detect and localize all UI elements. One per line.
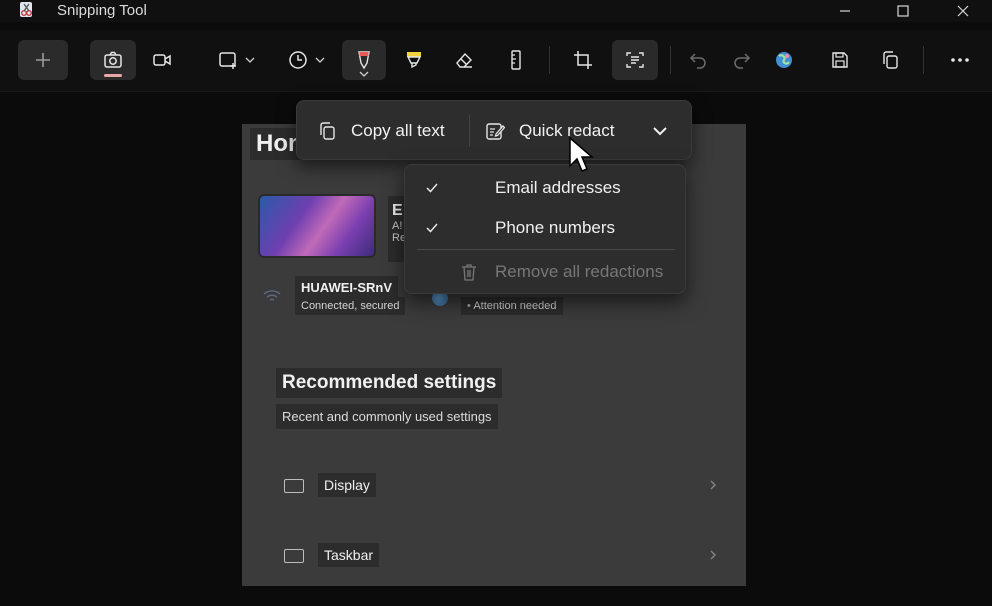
eraser-icon [456,52,472,68]
screenshot-mode-button[interactable] [90,40,136,80]
minimize-button[interactable] [822,0,868,22]
chevron-down-icon [315,57,325,63]
undo-button[interactable] [676,40,720,80]
pen-tool-button[interactable] [342,40,386,80]
record-mode-button[interactable] [140,40,184,80]
recommended-settings-subtitle: Recent and commonly used settings [276,404,498,429]
toolbar [0,30,992,92]
checkmark-icon [426,223,438,233]
redo-button[interactable] [720,40,764,80]
desktop-wallpaper-thumbnail [258,194,376,258]
edit-in-paint-button[interactable] [762,40,806,80]
camera-icon [104,51,122,68]
minimize-icon [840,10,850,12]
menu-item-label: Email addresses [495,178,621,197]
menu-item-phone-numbers[interactable]: Phone numbers [405,209,687,247]
text-actions-button[interactable] [612,40,658,80]
chevron-down-icon[interactable] [651,123,669,139]
paint-icon [776,52,792,68]
clock-icon [289,51,307,69]
checkmark-icon [426,183,438,193]
rectangle-snip-icon [219,52,236,69]
highlighter-tool-button[interactable] [392,40,436,80]
popup-separator [469,115,470,147]
text-actions-bar: Copy all text Quick redact [296,100,692,160]
text-actions-icon [626,52,644,68]
wifi-icon [263,290,281,301]
remove-all-redactions[interactable]: Remove all redactions [405,253,687,291]
ruler-icon [511,50,521,70]
crop-button[interactable] [561,40,605,80]
update-status: • Attention needed [461,297,563,315]
save-button[interactable] [818,40,862,80]
remove-all-redactions-label: Remove all redactions [495,262,664,281]
crop-icon [574,51,592,69]
active-mode-indicator [104,74,122,77]
settings-row-display: Display [318,473,376,497]
close-icon [957,5,969,17]
eraser-tool-button[interactable] [442,40,486,80]
chevron-right-icon [710,480,716,490]
highlighter-icon [406,52,422,69]
menu-item-label: Phone numbers [495,218,616,237]
undo-icon [689,53,706,69]
title-bar: Snipping Tool [0,0,992,22]
copy-all-text-label: Copy all text [351,121,445,140]
settings-row-taskbar: Taskbar [318,543,380,567]
wifi-network-name: HUAWEI-SRnV [295,276,398,299]
close-button[interactable] [940,0,986,22]
quick-redact-label: Quick redact [519,121,615,140]
display-icon [284,479,304,493]
recommended-settings-title: Recommended settings [276,368,503,398]
chevron-down-icon [245,57,255,63]
toolbar-separator [923,46,924,74]
snip-mode-dropdown[interactable] [208,40,264,80]
menu-separator [417,249,675,250]
delay-dropdown[interactable] [278,40,334,80]
copy-icon [320,122,335,140]
ruler-tool-button[interactable] [494,40,538,80]
redo-icon [734,53,751,69]
new-snip-button[interactable] [18,40,68,80]
more-options-button[interactable] [938,40,982,80]
copy-button[interactable] [868,40,912,80]
taskbar-icon [284,549,304,563]
update-status-text: Attention needed [473,300,557,312]
copy-all-text-button[interactable]: Copy all text [317,101,445,161]
quick-redact-menu: Email addresses Phone numbers Remove all… [404,164,686,294]
maximize-button[interactable] [880,0,926,22]
trash-icon [462,264,476,281]
plus-icon [36,53,50,67]
save-icon [832,52,848,68]
ballpoint-pen-icon [358,51,370,70]
chevron-down-icon [359,71,369,77]
snipping-tool-app-icon [20,2,32,17]
copy-icon [883,51,898,69]
redact-edit-icon [486,123,505,140]
menu-item-email-addresses[interactable]: Email addresses [405,169,687,207]
chevron-right-icon [710,550,716,560]
video-icon [153,54,171,66]
more-icon [951,58,969,62]
toolbar-separator [670,46,671,74]
mouse-cursor-icon [569,136,595,172]
wifi-status: Connected, secured [295,297,406,315]
maximize-icon [897,5,909,17]
toolbar-separator [549,46,550,74]
window-title: Snipping Tool [57,2,147,19]
